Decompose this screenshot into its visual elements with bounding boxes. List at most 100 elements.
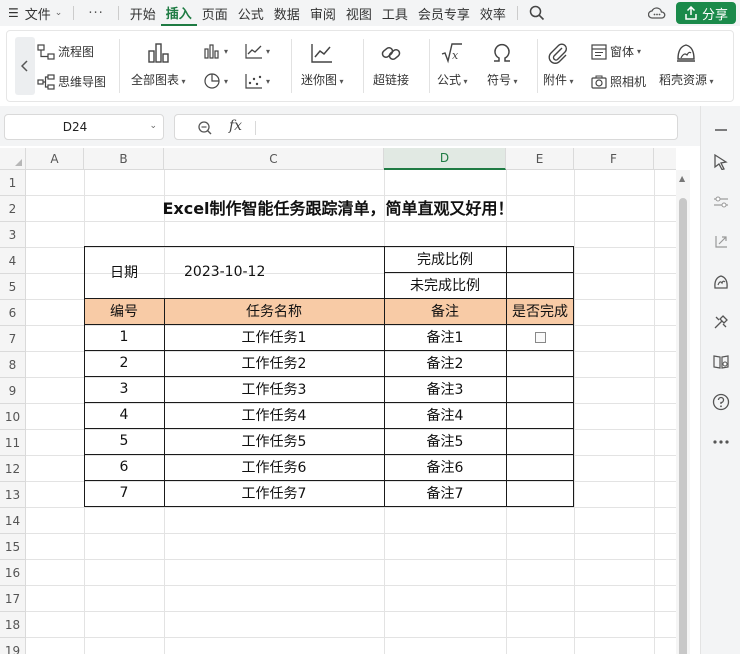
tab-data[interactable]: 数据: [269, 0, 305, 26]
task-note-cell[interactable]: 备注5: [384, 428, 506, 454]
window-form-button[interactable]: 窗体 ▾: [591, 43, 641, 60]
task-number-cell[interactable]: 1: [84, 324, 164, 350]
collapse-panel-icon[interactable]: [709, 118, 733, 142]
row-header[interactable]: 13: [0, 482, 26, 508]
tab-tools[interactable]: 工具: [377, 0, 413, 26]
select-all-corner[interactable]: [0, 148, 26, 170]
row-header[interactable]: 17: [0, 586, 26, 612]
task-done-cell[interactable]: [506, 350, 574, 376]
row-header[interactable]: 9: [0, 378, 26, 404]
task-done-cell[interactable]: [506, 454, 574, 480]
all-charts-button[interactable]: 全部图表 ▾: [131, 41, 186, 88]
tools-icon[interactable]: [709, 310, 733, 334]
task-number-cell[interactable]: 5: [84, 428, 164, 454]
done-checkbox[interactable]: [534, 331, 546, 343]
task-note-cell[interactable]: 备注7: [384, 480, 506, 506]
task-name-cell[interactable]: 工作任务1: [164, 324, 384, 350]
row-header[interactable]: 7: [0, 326, 26, 352]
task-name-cell[interactable]: 工作任务3: [164, 376, 384, 402]
tab-insert[interactable]: 插入: [160, 0, 197, 26]
task-number-cell[interactable]: 7: [84, 480, 164, 506]
line-chart-button[interactable]: ▾: [245, 43, 270, 59]
row-header[interactable]: 2: [0, 196, 26, 222]
task-note-cell[interactable]: 备注2: [384, 350, 506, 376]
chevron-down-icon[interactable]: ⌄: [149, 121, 157, 131]
task-name-cell[interactable]: 工作任务7: [164, 480, 384, 506]
help-icon[interactable]: [709, 390, 733, 414]
row-header[interactable]: 8: [0, 352, 26, 378]
tab-home[interactable]: 开始: [125, 0, 161, 26]
row-header[interactable]: 16: [0, 560, 26, 586]
column-header-f[interactable]: F: [574, 148, 654, 170]
column-chart-button[interactable]: ▾: [203, 43, 228, 59]
row-header[interactable]: 15: [0, 534, 26, 560]
task-done-cell[interactable]: [506, 324, 574, 350]
share-button[interactable]: 分享: [675, 2, 736, 24]
attachment-button[interactable]: 附件 ▾: [543, 41, 574, 88]
task-done-cell[interactable]: [506, 480, 574, 506]
column-header-g[interactable]: [654, 148, 676, 170]
header-task-name[interactable]: 任务名称: [164, 298, 384, 324]
row-header[interactable]: 6: [0, 300, 26, 326]
tab-page[interactable]: 页面: [197, 0, 233, 26]
fx-icon[interactable]: fx: [229, 118, 242, 134]
transform-icon[interactable]: [709, 230, 733, 254]
camera-button[interactable]: 照相机: [591, 73, 646, 90]
date-label-cell[interactable]: 日期: [84, 246, 164, 298]
header-is-done[interactable]: 是否完成: [506, 298, 574, 324]
row-header[interactable]: 10: [0, 404, 26, 430]
task-note-cell[interactable]: 备注1: [384, 324, 506, 350]
vertical-scrollbar[interactable]: ▲: [676, 170, 690, 654]
file-menu[interactable]: ☰ 文件 ⌄: [0, 0, 67, 26]
task-done-cell[interactable]: [506, 402, 574, 428]
scrollbar-thumb[interactable]: [679, 198, 687, 654]
row-header[interactable]: 3: [0, 222, 26, 248]
formula-insert-button[interactable]: x 公式 ▾: [437, 41, 468, 88]
more-options-icon[interactable]: [709, 430, 733, 454]
task-number-cell[interactable]: 4: [84, 402, 164, 428]
task-done-cell[interactable]: [506, 376, 574, 402]
mindmap-button[interactable]: 思维导图: [37, 73, 106, 90]
sparkline-button[interactable]: 迷你图 ▾: [301, 41, 344, 88]
cloud-sync-icon[interactable]: [644, 0, 670, 26]
task-note-cell[interactable]: 备注4: [384, 402, 506, 428]
column-header-b[interactable]: B: [84, 148, 164, 170]
task-name-cell[interactable]: 工作任务4: [164, 402, 384, 428]
column-header-d[interactable]: D: [384, 148, 506, 170]
name-box[interactable]: D24 ⌄: [4, 114, 164, 140]
hyperlink-button[interactable]: 超链接: [373, 41, 409, 88]
tab-member[interactable]: 会员专享: [413, 0, 475, 26]
row-header[interactable]: 14: [0, 508, 26, 534]
task-name-cell[interactable]: 工作任务2: [164, 350, 384, 376]
pie-chart-button[interactable]: ▾: [203, 73, 228, 89]
shell-resources-button[interactable]: 稻壳资源 ▾: [659, 41, 714, 88]
column-header-c[interactable]: C: [164, 148, 384, 170]
task-note-cell[interactable]: 备注6: [384, 454, 506, 480]
task-done-cell[interactable]: [506, 428, 574, 454]
search-button[interactable]: [524, 0, 550, 26]
task-number-cell[interactable]: 2: [84, 350, 164, 376]
header-note[interactable]: 备注: [384, 298, 506, 324]
row-header[interactable]: 19: [0, 638, 26, 654]
symbol-button[interactable]: 符号 ▾: [487, 41, 518, 88]
task-name-cell[interactable]: 工作任务5: [164, 428, 384, 454]
book-search-icon[interactable]: [709, 350, 733, 374]
scroll-up-icon[interactable]: ▲: [679, 174, 685, 183]
row-header[interactable]: 1: [0, 170, 26, 196]
done-ratio-value-cell[interactable]: [506, 246, 574, 272]
ribbon-scroll-left-button[interactable]: [15, 37, 35, 95]
task-number-cell[interactable]: 6: [84, 454, 164, 480]
tab-efficiency[interactable]: 效率: [475, 0, 511, 26]
zoom-icon[interactable]: [197, 120, 213, 136]
tab-review[interactable]: 审阅: [305, 0, 341, 26]
task-name-cell[interactable]: 工作任务6: [164, 454, 384, 480]
more-menu[interactable]: ···: [80, 0, 111, 26]
properties-icon[interactable]: [709, 190, 733, 214]
undone-ratio-label-cell[interactable]: 未完成比例: [384, 272, 506, 298]
row-header[interactable]: 5: [0, 274, 26, 300]
scatter-chart-button[interactable]: ▾: [245, 73, 270, 89]
row-header[interactable]: 11: [0, 430, 26, 456]
ai-assistant-icon[interactable]: [709, 270, 733, 294]
row-header[interactable]: 4: [0, 248, 26, 274]
flowchart-button[interactable]: 流程图: [37, 43, 94, 60]
